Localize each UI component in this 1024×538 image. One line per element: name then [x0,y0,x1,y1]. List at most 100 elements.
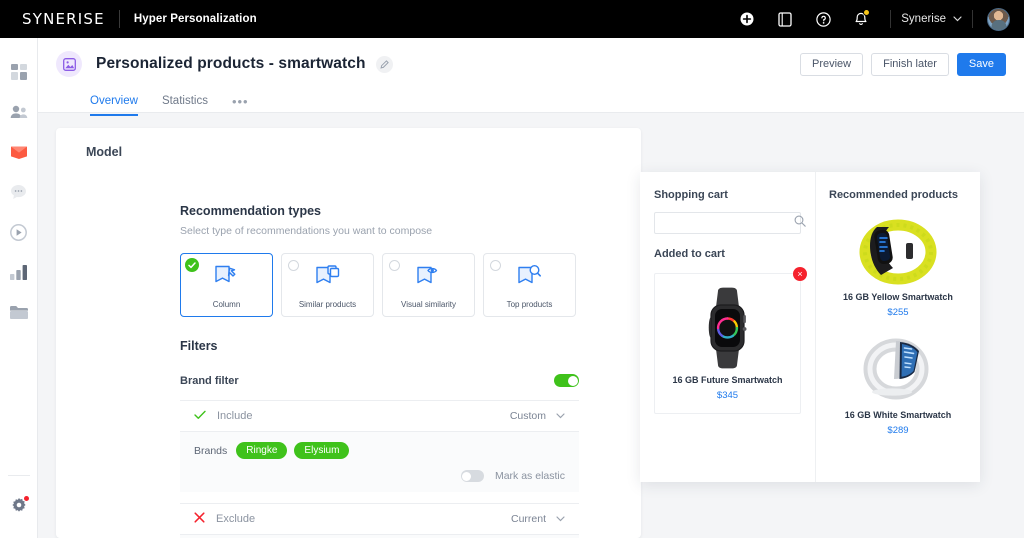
sidebar-item-audience[interactable] [0,92,38,132]
recommended-product-price: $289 [887,425,909,436]
brand-tag[interactable]: Ringke [236,442,288,459]
recommended-product-price: $255 [887,307,909,318]
include-elastic-row: Mark as elastic [194,470,565,482]
bell-icon[interactable] [848,6,874,32]
sidebar-item-analytics[interactable] [0,252,38,292]
chevron-down-icon [556,513,565,525]
recommended-product-card[interactable]: 16 GB Yellow Smartwatch $255 [829,214,967,318]
sidebar-item-communication[interactable] [0,172,38,212]
toggle-knob [462,471,472,481]
rec-type-card-similar-products[interactable]: Similar products [281,253,374,317]
exclude-mode-value: Current [510,513,546,525]
product-image-yellow-smartwatch [859,219,937,285]
exclude-label: Exclude [216,513,256,525]
sidebar-item-automation[interactable] [0,212,38,252]
remove-item-icon[interactable]: × [793,267,807,281]
exclude-mode-dropdown[interactable]: Current [511,513,565,525]
similar-products-icon [314,264,342,293]
recommendation-type-cards: Column Similar products Visual similarit… [180,253,641,317]
preview-panel: Shopping cart Added to cart × 16 GB Futu… [640,172,980,482]
rec-type-label: Similar products [298,300,357,309]
filters-title: Filters [180,339,218,353]
radio-icon[interactable] [288,260,299,271]
page-title-row: Personalized products - smartwatch Previ… [38,38,1024,77]
exclude-filter-block: Exclude Current Mark as elastic [180,503,579,538]
exclude-filter-header: Exclude Current [180,503,579,535]
recommendation-types-title: Recommendation types [180,204,322,218]
search-input[interactable] [662,217,794,229]
recommended-product-name: 16 GB White Smartwatch [844,410,952,420]
docs-icon[interactable] [772,6,798,32]
finish-later-button[interactable]: Finish later [871,52,949,76]
tab-overview[interactable]: Overview [90,95,138,116]
sidebar-item-dashboard[interactable] [0,52,38,92]
radio-icon[interactable] [490,260,501,271]
page-title: Personalized products - smartwatch [96,55,366,72]
rec-type-label: Column [212,300,241,309]
product-image-dark-smartwatch [708,287,746,368]
sidebar-item-assets[interactable] [0,292,38,332]
column-icon [213,264,241,293]
recommended-products-column: Recommended products 16 GB Yellow Smartw… [816,172,980,482]
recommended-products-title: Recommended products [829,189,958,201]
search-icon[interactable] [794,214,806,232]
recommended-product-name: 16 GB Yellow Smartwatch [843,292,953,302]
rec-type-label: Visual similarity [401,300,456,309]
tenant-selector[interactable]: Synerise [901,13,962,25]
cart-product-card[interactable]: × 16 GB Future Smartwatch $345 [654,267,807,414]
recommendation-types-subtitle: Select type of recommendations you want … [180,225,433,237]
radio-icon[interactable] [389,260,400,271]
sidebar-bottom-divider [7,475,30,476]
check-circle-icon [185,258,199,272]
cart-search-box[interactable] [654,212,806,234]
rec-type-card-column[interactable]: Column [180,253,273,317]
rec-type-card-top-products[interactable]: Top products [483,253,576,317]
preview-button[interactable]: Preview [800,52,864,76]
brands-line: Brands Ringke Elysium [194,442,565,459]
include-filter-header: Include Custom [180,400,579,432]
product-image-white-smartwatch [863,338,929,400]
page-header: Personalized products - smartwatch Previ… [38,38,1024,116]
tab-statistics[interactable]: Statistics [162,95,208,116]
rec-type-label: Top products [506,300,553,309]
toggle-knob [567,375,578,386]
model-card-title: Model [86,145,123,159]
model-card: Model Recommendation types Select type o… [56,128,641,538]
top-products-icon [516,264,544,293]
product-name-label: Hyper Personalization [133,13,257,25]
sidebar-item-campaigns[interactable] [0,132,38,172]
app-root: SYNERISE Hyper Personalization Synerise [0,0,1024,538]
left-sidebar [0,38,38,538]
top-bar: SYNERISE Hyper Personalization Synerise [0,0,1024,38]
cart-product-name: 16 GB Future Smartwatch [672,374,783,385]
chevron-down-icon [556,410,565,422]
page-tabs: Overview Statistics ••• [38,88,1024,116]
include-filter-body: Brands Ringke Elysium Mark as elastic [180,432,579,492]
brand-tag[interactable]: Elysium [294,442,350,459]
brand-filter-row: Brand filter [180,374,579,387]
avatar[interactable] [987,7,1010,31]
page-type-icon [56,51,82,77]
brands-label: Brands [194,444,228,457]
include-mode-dropdown[interactable]: Custom [510,410,565,422]
include-elastic-toggle[interactable] [460,470,484,482]
rec-type-card-visual-similarity[interactable]: Visual similarity [382,253,475,317]
added-to-cart-label: Added to cart [654,248,725,260]
include-elastic-label: Mark as elastic [494,470,565,482]
sidebar-item-settings[interactable] [0,486,38,526]
recommended-product-card[interactable]: 16 GB White Smartwatch $289 [829,332,967,436]
cart-product-price: $345 [716,389,739,401]
logo-divider [118,10,120,28]
add-circle-icon[interactable] [734,6,760,32]
recommendation-types-section: Recommendation types Select type of reco… [56,159,641,317]
save-button[interactable]: Save [956,52,1006,76]
top-bar-divider-2 [972,10,973,28]
help-circle-icon[interactable] [810,6,836,32]
top-bar-actions: Synerise [728,6,1024,32]
shopping-cart-column: Shopping cart Added to cart × 16 GB Futu… [640,172,816,482]
header-actions: Preview Finish later Save [792,52,1024,76]
brand-filter-toggle[interactable] [554,374,579,387]
synerise-logo[interactable]: SYNERISE [22,10,105,28]
edit-name-button[interactable] [375,55,393,73]
tabs-overflow-button[interactable]: ••• [232,94,249,116]
